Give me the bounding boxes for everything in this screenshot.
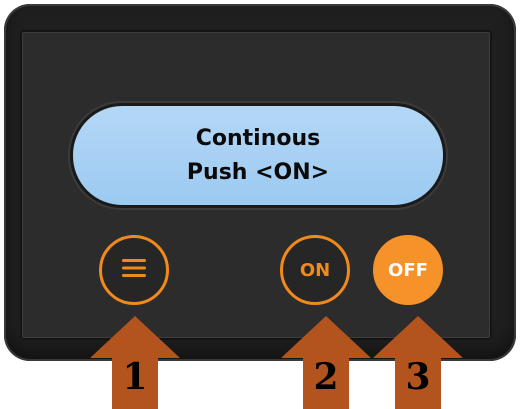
- off-button[interactable]: OFF: [373, 235, 443, 305]
- lcd-display: Continous Push <ON>: [70, 103, 446, 208]
- callout-number-2: 2: [313, 356, 339, 398]
- callout-arrow-3: 3: [373, 316, 463, 409]
- menu-button[interactable]: [99, 235, 169, 305]
- on-button[interactable]: ON: [280, 235, 350, 305]
- off-button-label: OFF: [388, 259, 428, 281]
- callout-arrow-1: 1: [90, 316, 180, 409]
- display-line-2: Push <ON>: [186, 159, 330, 185]
- callout-number-1: 1: [122, 356, 148, 398]
- on-button-label: ON: [299, 259, 331, 281]
- hamburger-menu-icon: [120, 256, 148, 284]
- callout-number-3: 3: [405, 356, 431, 398]
- callout-arrow-2: 2: [281, 316, 371, 409]
- display-line-1: Continous: [195, 125, 321, 151]
